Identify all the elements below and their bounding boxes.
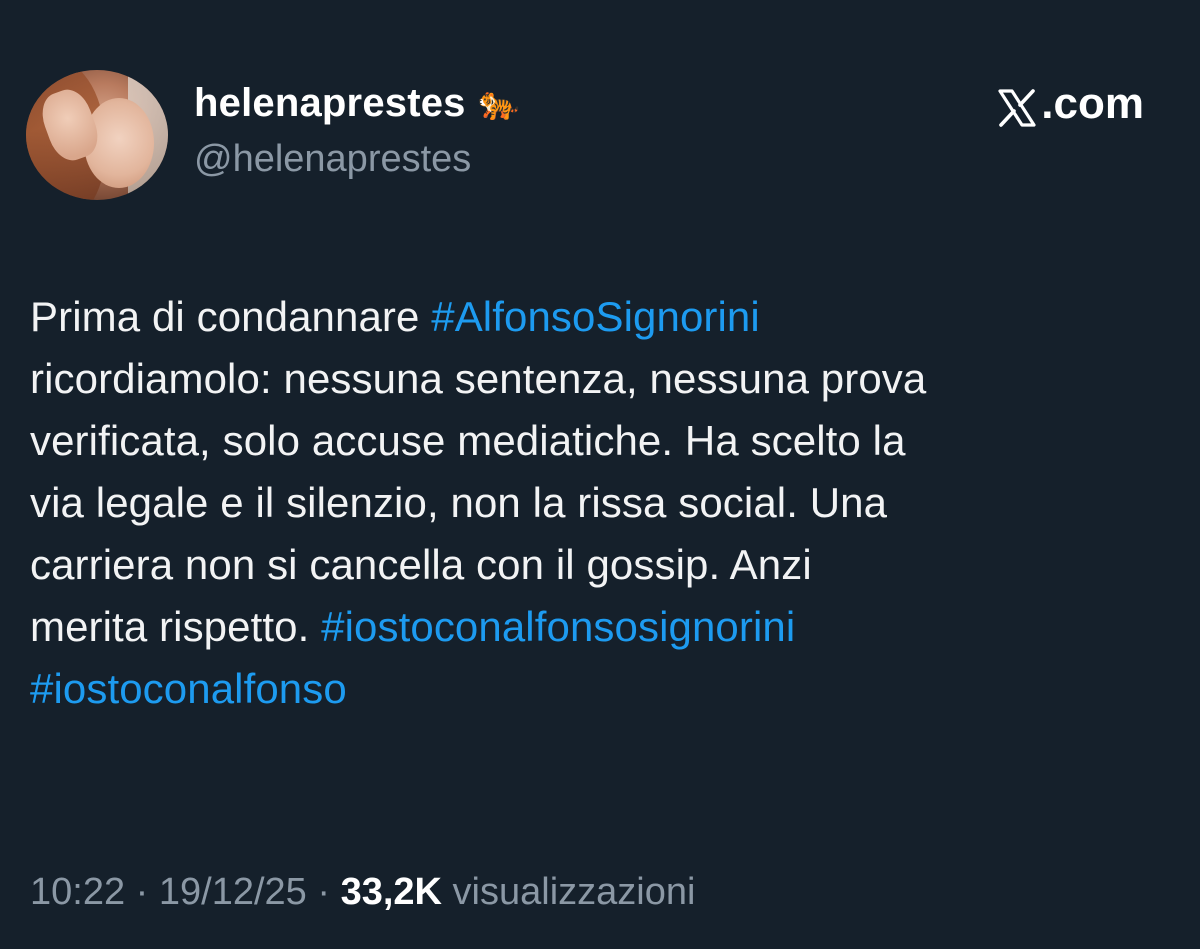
tweet-text-line: Prima di condannare #AlfonsoSignorini [30,286,1180,348]
tweet-text-line: carriera non si cancella con il gossip. … [30,534,1180,596]
tweet-text-line: merita rispetto. #iostoconalfonsosignori… [30,596,1180,658]
tweet-date[interactable]: 19/12/25 [159,871,307,913]
hashtag-link[interactable]: #iostoconalfonsosignorini [321,603,795,650]
brand-domain: .com [1041,79,1144,128]
tweet-text-line: verificata, solo accuse mediatiche. Ha s… [30,410,1180,472]
tweet-text-segment: merita rispetto. [30,603,322,650]
tiger-emoji-icon: 🐅 [477,84,520,122]
meta-separator: · [306,871,341,913]
x-logo-icon [997,84,1037,127]
tweet-text-segment: via legale e il silenzio, non la rissa s… [30,479,888,526]
tweet-text-line: #iostoconalfonso [30,658,1180,720]
tweet-text-segment: verificata, solo accuse mediatiche. Ha s… [30,417,906,464]
tweet-text: Prima di condannare #AlfonsoSignorini ric… [30,286,1180,720]
meta-separator: · [125,871,159,913]
tweet-text-line: via legale e il silenzio, non la rissa s… [30,472,1180,534]
hashtag-link[interactable]: #iostoconalfonso [30,665,347,712]
tweet-card: helenaprestes 🐅 @helenaprestes .com Prim… [0,0,1200,949]
brand-logo: .com [997,74,1144,134]
user-handle[interactable]: @helenaprestes [194,134,471,184]
tweet-text-line: ricordiamolo: nessuna sentenza, nessuna … [30,348,1180,410]
tweet-text-segment: ricordiamolo: nessuna sentenza, nessuna … [30,355,927,402]
tweet-text-segment: carriera non si cancella con il gossip. … [30,541,812,588]
views-label[interactable]: visualizzazioni [442,871,696,913]
author-name-row[interactable]: helenaprestes 🐅 [194,78,520,128]
tweet-meta: 10:22 · 19/12/25 · 33,2K visualizzazioni [30,862,695,922]
views-count[interactable]: 33,2K [341,871,442,913]
hashtag-link[interactable]: #AlfonsoSignorini [431,293,760,340]
avatar[interactable] [26,70,168,200]
display-name[interactable]: helenaprestes [194,81,466,126]
tweet-time[interactable]: 10:22 [30,871,125,913]
tweet-text-segment: Prima di condannare [30,293,432,340]
